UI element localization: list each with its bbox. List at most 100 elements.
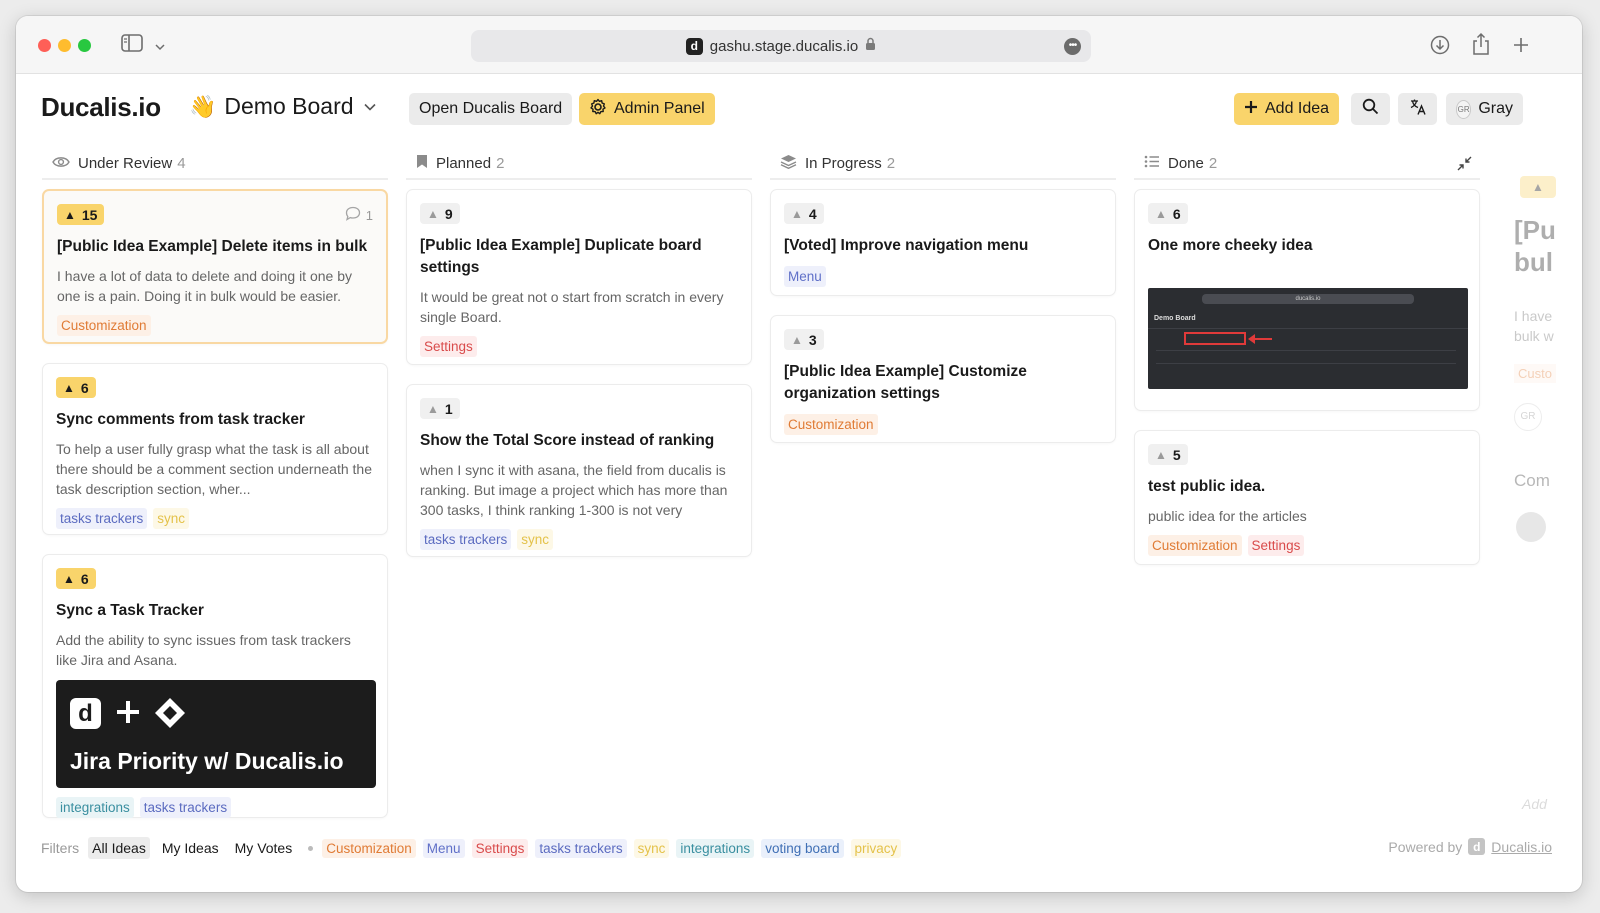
card-title: [Public Idea Example] Customize organiza… (784, 363, 1027, 402)
idea-detail-panel[interactable]: ▲ [Pu bul I have bulk w Custo GR Com Add (1508, 166, 1582, 826)
avatar (1516, 512, 1546, 542)
search-button[interactable] (1351, 93, 1390, 125)
close-window-button[interactable] (38, 39, 51, 52)
board-selector[interactable]: 👋 Demo Board (189, 93, 376, 120)
filter-my-ideas[interactable]: My Ideas (158, 837, 223, 859)
column-header-under-review: Under Review 4 (42, 148, 388, 180)
vote-button[interactable]: ▲ 5 (1148, 444, 1188, 465)
translate-button[interactable] (1398, 93, 1437, 125)
screenshot-highlight (1184, 332, 1246, 345)
tag-list: tasks trackers sync (56, 508, 374, 529)
tag-list: Menu (784, 266, 1102, 287)
tag[interactable]: Settings (420, 336, 477, 357)
vote-count: 15 (81, 206, 98, 223)
tag[interactable]: tasks trackers (420, 529, 512, 550)
upvote-icon[interactable]: ▲ (1520, 176, 1556, 198)
tag-list: Customization (784, 414, 1102, 435)
vote-button[interactable]: ▲ 15 (57, 204, 105, 225)
tag[interactable]: Custo (1514, 364, 1556, 383)
tag[interactable]: Customization (57, 315, 151, 336)
zoom-window-button[interactable] (78, 39, 91, 52)
tag[interactable]: Customization (1148, 535, 1242, 556)
filter-tag[interactable]: Menu (422, 838, 465, 858)
comments-count[interactable]: 1 (345, 206, 373, 224)
card-title: [Public Idea Example] Duplicate board se… (420, 237, 702, 276)
column-count: 2 (886, 154, 896, 172)
share-icon[interactable] (1471, 32, 1491, 61)
idea-card[interactable]: ▲ 3 [Public Idea Example] Customize orga… (770, 315, 1116, 443)
vote-button[interactable]: ▲ 6 (1148, 203, 1188, 224)
tag[interactable]: integrations (56, 797, 134, 818)
filter-tag[interactable]: voting board (761, 838, 844, 858)
tag[interactable]: Menu (784, 266, 826, 287)
card-screenshot[interactable]: ducalis.io Demo Board (1148, 288, 1468, 389)
card-description: It would be great not o start from scrat… (420, 289, 724, 325)
idea-card[interactable]: ▲ 4 [Voted] Improve navigation menu Menu (770, 189, 1116, 296)
column-header-in-progress: In Progress 2 (770, 148, 1116, 180)
tag[interactable]: tasks trackers (56, 508, 148, 529)
address-bar[interactable]: d gashu.stage.ducalis.io ••• (471, 30, 1091, 62)
tag[interactable]: Settings (1247, 535, 1305, 556)
admin-panel-label: Admin Panel (614, 100, 705, 117)
site-favicon-icon: d (685, 37, 703, 55)
more-options-icon[interactable]: ••• (1064, 38, 1081, 55)
idea-card[interactable]: ▲ 6 Sync a Task Tracker Add the ability … (42, 554, 388, 818)
card-image[interactable]: d Jira Priority w/ Ducalis.io (56, 680, 376, 788)
column-count: 2 (1208, 154, 1218, 172)
plus-icon (114, 698, 142, 731)
download-icon[interactable] (1430, 35, 1450, 60)
vote-count: 6 (80, 379, 89, 396)
comment-input-placeholder[interactable]: Add (1522, 796, 1547, 812)
new-tab-icon[interactable] (1512, 36, 1530, 59)
tag[interactable]: sync (153, 508, 190, 529)
open-ducalis-board-button[interactable]: Open Ducalis Board (409, 93, 573, 125)
filter-tag[interactable]: Customization (322, 838, 416, 858)
admin-panel-button[interactable]: Admin Panel (579, 93, 715, 125)
filter-tag[interactable]: Settings (471, 838, 529, 858)
vote-button[interactable]: ▲ 1 (420, 398, 460, 419)
idea-card[interactable]: ▲ 9 [Public Idea Example] Duplicate boar… (406, 189, 752, 365)
card-title: test public idea. (1148, 478, 1266, 495)
idea-card[interactable]: ▲ 6 One more cheeky idea ducalis.io Demo… (1134, 189, 1480, 411)
filter-tag[interactable]: privacy (850, 838, 902, 858)
gear-icon (589, 98, 607, 121)
image-caption: Jira Priority w/ Ducalis.io (70, 748, 344, 774)
screenshot-urlbar: ducalis.io (1202, 294, 1414, 304)
user-menu-button[interactable]: GR Gray (1446, 93, 1523, 125)
user-name: Gray (1478, 100, 1513, 117)
screenshot-divider (1148, 328, 1468, 329)
idea-card[interactable]: ▲ 6 Sync comments from task tracker To h… (42, 363, 388, 535)
app-header: Ducalis.io 👋 Demo Board Open Ducalis Boa… (16, 74, 1582, 142)
vote-button[interactable]: ▲ 3 (784, 329, 824, 350)
vote-button[interactable]: ▲ 6 (56, 568, 96, 589)
filter-tag[interactable]: integrations (676, 838, 755, 858)
separator-dot (308, 845, 314, 851)
filter-my-votes[interactable]: My Votes (231, 837, 297, 859)
upvote-icon: ▲ (791, 332, 803, 347)
tag[interactable]: sync (517, 529, 554, 550)
brand-logo[interactable]: Ducalis.io (41, 92, 161, 123)
collapse-icon[interactable] (1457, 156, 1472, 175)
filter-all-ideas[interactable]: All Ideas (88, 837, 150, 859)
lock-icon (865, 37, 876, 55)
minimize-window-button[interactable] (58, 39, 71, 52)
filter-tag[interactable]: sync (633, 838, 670, 858)
column-count: 2 (496, 154, 505, 172)
tag[interactable]: Customization (784, 414, 878, 435)
powered-by-link[interactable]: Ducalis.io (1491, 839, 1552, 855)
waving-hand-icon: 👋 (189, 93, 217, 119)
vote-button[interactable]: ▲ 6 (56, 377, 96, 398)
chevron-down-icon[interactable] (155, 38, 165, 56)
filter-tag[interactable]: tasks trackers (535, 838, 627, 858)
card-title: Show the Total Score instead of ranking (420, 432, 715, 449)
tag[interactable]: tasks trackers (139, 797, 232, 818)
idea-card[interactable]: ▲ 1 Show the Total Score instead of rank… (406, 384, 752, 557)
vote-button[interactable]: ▲ 9 (420, 203, 460, 224)
sidebar-toggle-icon[interactable] (121, 34, 143, 57)
avatar: GR (1514, 403, 1542, 431)
idea-card[interactable]: ▲ 15 1 [Public Idea Example] Delete item… (42, 189, 388, 344)
add-idea-button[interactable]: Add Idea (1234, 93, 1340, 125)
vote-button[interactable]: ▲ 4 (784, 203, 824, 224)
idea-card[interactable]: ▲ 5 test public idea. public idea for th… (1134, 430, 1480, 565)
card-title: Sync a Task Tracker (56, 602, 204, 619)
